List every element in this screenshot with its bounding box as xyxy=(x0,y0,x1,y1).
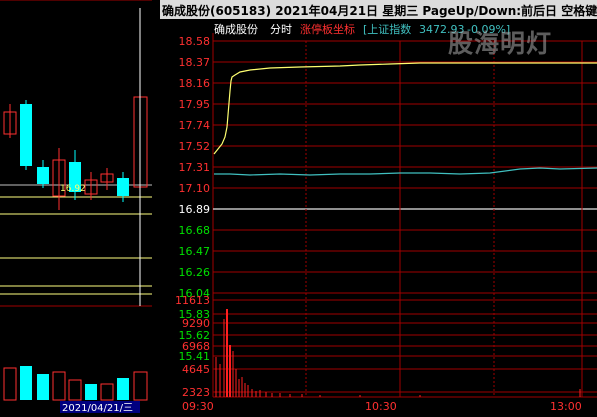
chart-mode[interactable]: 分时 xyxy=(270,23,292,36)
price-line xyxy=(213,62,597,155)
price-tick-label: 18.37 xyxy=(179,56,211,69)
price-tick-label: 16.89 xyxy=(179,203,211,216)
index-label: [上证指数 xyxy=(363,22,411,36)
volume-tick-label: 11613 xyxy=(175,294,210,307)
price-tick-label: 17.10 xyxy=(179,182,211,195)
price-grid xyxy=(213,40,597,357)
time-label-afternoon: 13:00 xyxy=(550,400,582,413)
volume-bar xyxy=(20,366,32,400)
price-tick-label: 17.74 xyxy=(179,119,211,132)
time-label-open: 09:30 xyxy=(182,400,214,413)
average-price-line xyxy=(214,167,597,176)
volume-bar xyxy=(37,374,49,400)
price-axis: 18.58 18.37 18.16 17.95 17.74 17.52 17.31 17.10… xyxy=(179,35,211,363)
price-tick-label: 18.58 xyxy=(179,35,211,48)
volume-tick-label: 4645 xyxy=(182,363,210,376)
panel-separator xyxy=(152,0,160,413)
volume-bar xyxy=(85,384,97,400)
kline-svg: 16.92 2021/04/21/三 xyxy=(0,0,152,414)
date-label: 2021/04/21/三 xyxy=(62,403,133,413)
kline-panel[interactable]: 16.92 2021/04/21/三 xyxy=(0,0,152,414)
volume-bars xyxy=(3,366,148,401)
timeshare-svg: 确成股份 分时 涨停板坐标 [上证指数 3472.93 -0.09%] 18.5… xyxy=(175,22,597,413)
price-tick-label: 17.95 xyxy=(179,98,211,111)
candle-down xyxy=(37,167,49,184)
watermark: 股海明灯 xyxy=(448,29,553,58)
minute-volume xyxy=(215,309,581,397)
price-tick-label: 18.16 xyxy=(179,77,211,90)
price-tick-label: 17.31 xyxy=(179,161,211,174)
price-tick-label: 16.47 xyxy=(179,245,211,258)
volume-bar xyxy=(68,379,82,401)
volume-bar xyxy=(133,371,148,401)
price-tick-label: 16.26 xyxy=(179,266,211,279)
timeshare-chart[interactable]: 确成股份 分时 涨停板坐标 [上证指数 3472.93 -0.09%] 18.5… xyxy=(160,19,597,413)
volume-tick-label: 2323 xyxy=(182,386,210,399)
title-text: 确成股份(605183) 2021年04月21日 星期三 PageUp/Down… xyxy=(162,4,597,18)
price-tick-label: 17.52 xyxy=(179,140,211,153)
limit-up-toggle[interactable]: 涨停板坐标 xyxy=(300,22,355,36)
price-tick-label: 16.68 xyxy=(179,224,211,237)
cursor-price-label: 16.92 xyxy=(60,184,86,194)
volume-bar xyxy=(117,378,129,400)
volume-bar xyxy=(3,367,17,401)
candle-down xyxy=(117,178,129,196)
title-bar: 确成股份(605183) 2021年04月21日 星期三 PageUp/Down… xyxy=(160,0,597,19)
volume-bar xyxy=(52,371,66,401)
candle-down xyxy=(20,104,32,166)
volume-tick-label: 6968 xyxy=(182,340,210,353)
chart-stock-name: 确成股份 xyxy=(214,23,258,36)
volume-grid xyxy=(213,299,597,398)
volume-tick-label: 9290 xyxy=(182,317,210,330)
volume-bar xyxy=(100,383,114,401)
time-label-mid: 10:30 xyxy=(365,400,397,413)
